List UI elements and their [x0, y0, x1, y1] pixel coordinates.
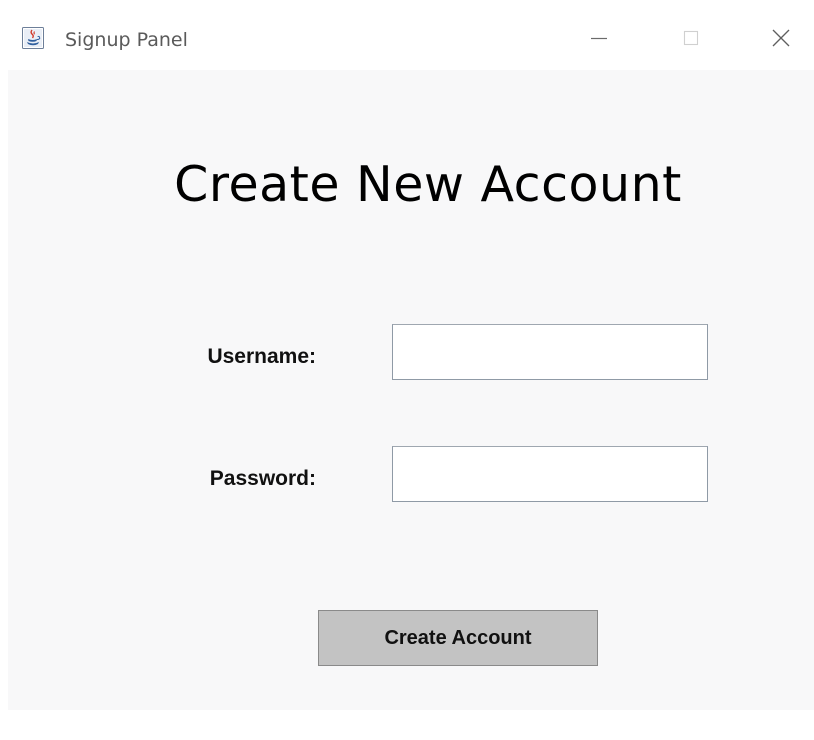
signup-window: Signup Panel Create New Account Username…	[0, 0, 814, 740]
page-title: Create New Account	[174, 156, 682, 213]
java-cup-icon[interactable]	[22, 27, 44, 49]
window-title: Signup Panel	[65, 29, 188, 51]
close-button[interactable]	[761, 22, 801, 58]
minimize-icon	[589, 28, 609, 52]
close-icon	[770, 27, 792, 53]
maximize-button[interactable]	[671, 22, 711, 58]
signup-panel: Create New Account Username: Password: C…	[8, 70, 814, 710]
username-label: Username:	[207, 345, 316, 368]
password-label: Password:	[209, 467, 316, 490]
title-bar[interactable]: Signup Panel	[0, 0, 814, 70]
create-account-button[interactable]: Create Account	[318, 610, 598, 666]
username-field[interactable]	[392, 324, 708, 380]
minimize-button[interactable]	[579, 22, 619, 58]
password-field[interactable]	[392, 446, 708, 502]
maximize-icon	[681, 28, 701, 52]
